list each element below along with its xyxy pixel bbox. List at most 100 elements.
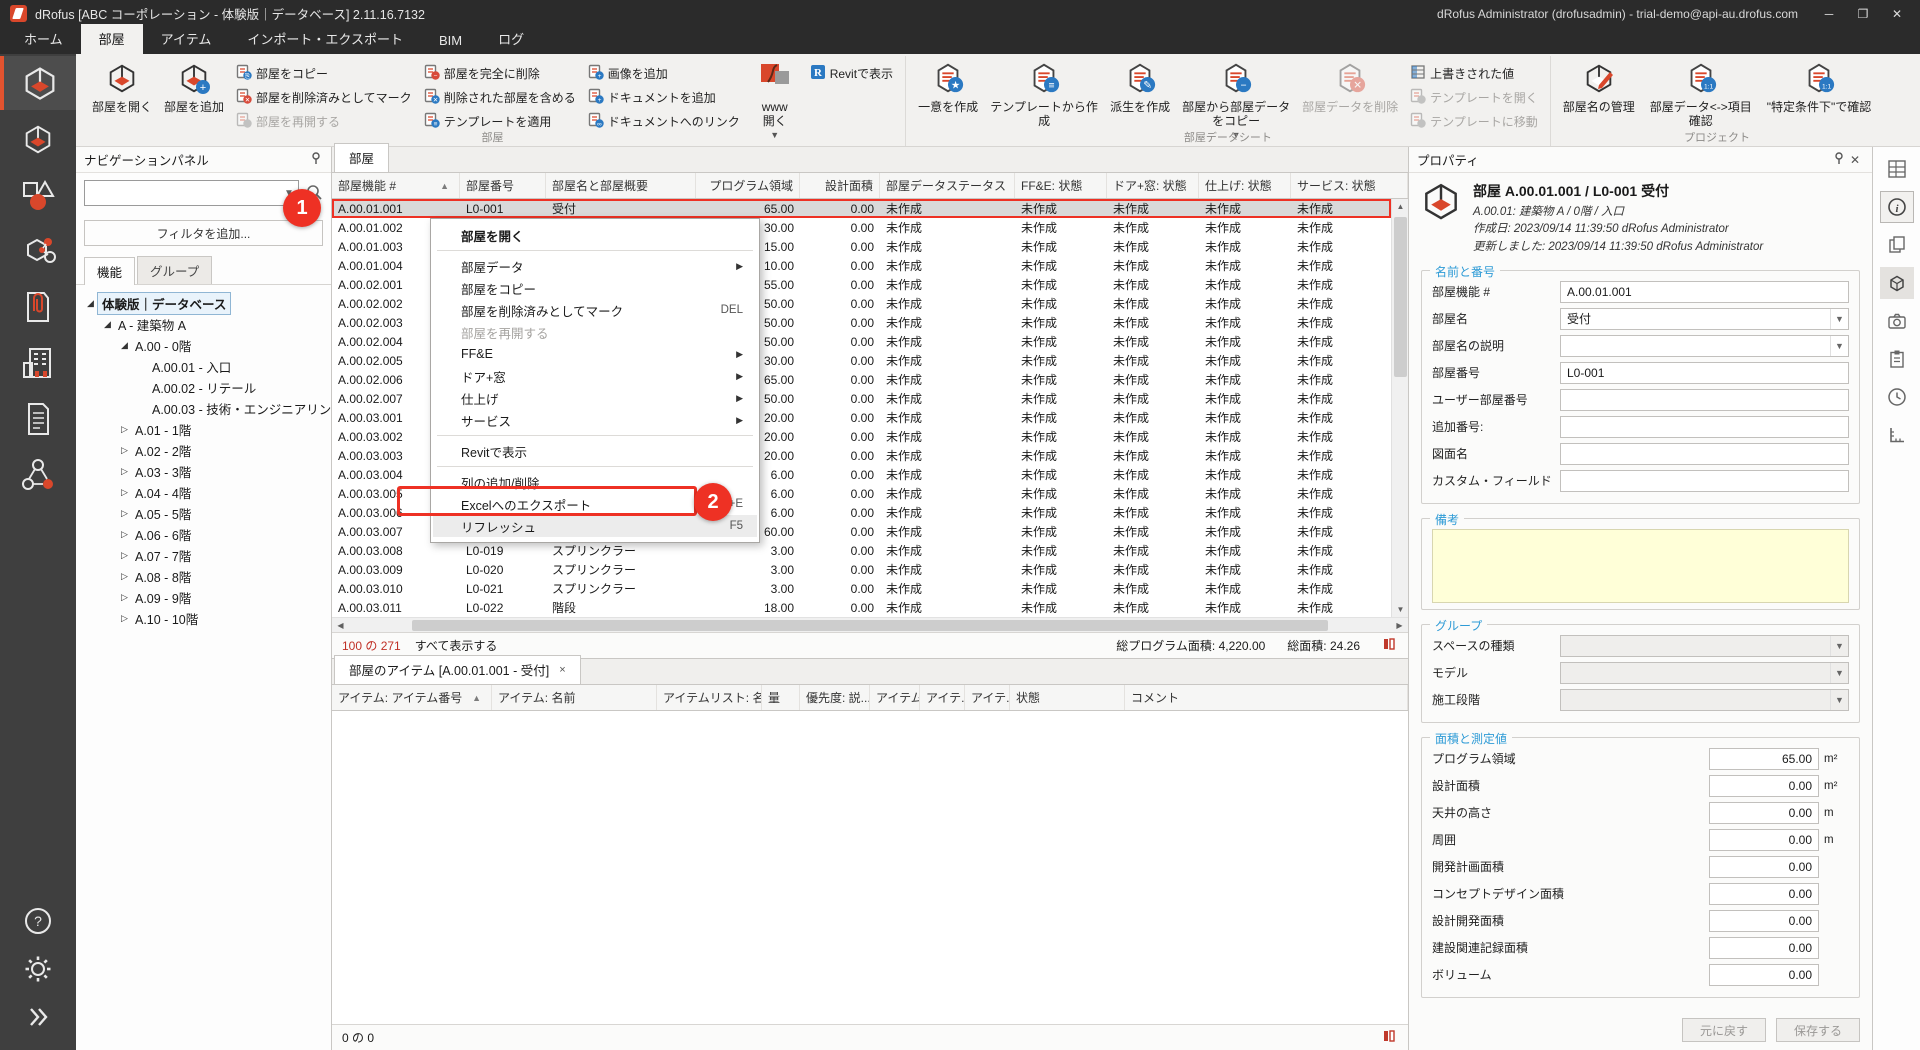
chevron-down-icon[interactable]: ▼ [1830,336,1848,356]
column-header[interactable]: 設計面積 [800,173,880,198]
expand-icon[interactable] [0,994,76,1040]
column-header[interactable]: アイテム... [870,685,920,710]
ribbon-button[interactable]: ≡テンプレートから作成 [985,58,1103,132]
field-input[interactable]: 0.00 [1709,802,1819,824]
table-row[interactable]: A.00.03.010L0-021スプリンクラー3.000.00未作成未作成未作… [332,579,1391,598]
field-input[interactable] [1560,389,1849,411]
column-header[interactable]: FF&E: 状態 [1015,173,1107,198]
menu-item[interactable]: サービス▶ [433,409,757,431]
menu-item[interactable]: 仕上げ▶ [433,387,757,409]
column-header[interactable]: サービス: 状態 [1291,173,1408,198]
remarks-textarea[interactable] [1432,529,1849,603]
tree-node[interactable]: ◢A.00 - 0階 [80,335,327,356]
menu-tab-BIM[interactable]: BIM [421,28,480,54]
nav-tab-グループ[interactable]: グループ [137,256,212,284]
tree-node[interactable]: ▷A.07 - 7階 [80,545,327,566]
field-input[interactable] [1560,416,1849,438]
table-row[interactable]: A.00.01.001L0-001受付65.000.00未作成未作成未作成未作成… [332,199,1391,218]
tree-node[interactable]: ▷A.10 - 10階 [80,608,327,629]
tree-node[interactable]: ▷A.02 - 2階 [80,440,327,461]
ribbon-button[interactable]: ✕削除された部屋を含める [420,85,580,109]
scrollbar-thumb[interactable] [412,620,1329,631]
column-header[interactable]: プログラム領域 [696,173,800,198]
close-button[interactable]: ✕ [1880,0,1914,27]
column-header[interactable]: 優先度: 説... [800,685,870,710]
tree-node[interactable]: A.00.01 - 入口 [80,356,327,377]
column-header[interactable]: ドア+窓: 状態 [1107,173,1199,198]
save-button[interactable]: 保存する [1776,1018,1860,1042]
ribbon-button[interactable]: ✎派生を作成 [1105,58,1175,118]
horizontal-scrollbar[interactable]: ◀ ▶ [332,617,1408,632]
table-row[interactable]: A.00.03.009L0-020スプリンクラー3.000.00未作成未作成未作… [332,560,1391,579]
field-input[interactable]: L0-001 [1560,362,1849,384]
shapes-icon[interactable] [0,168,76,222]
tree-node[interactable]: A.00.02 - リテール [80,377,327,398]
document-icon[interactable] [0,392,76,446]
scroll-down-icon[interactable]: ▼ [1392,602,1409,617]
column-header[interactable]: アイテ... [920,685,965,710]
scrollbar-thumb[interactable] [1394,217,1407,377]
ribbon-button[interactable]: +ドキュメントを追加 [584,85,744,109]
menu-item[interactable]: 部屋を開く [433,224,757,246]
tree-node[interactable]: ▷A.09 - 9階 [80,587,327,608]
tree-node[interactable]: A.00.03 - 技術・エンジニアリング [80,398,327,419]
info-icon[interactable]: i [1880,191,1914,223]
menu-item[interactable]: Revitで表示 [433,440,757,462]
copy-pages-icon[interactable] [1880,229,1914,261]
search-input[interactable] [85,181,280,205]
tree-node[interactable]: ▷A.01 - 1階 [80,419,327,440]
ribbon-button[interactable]: 1:1"特定条件下"で確認 [1762,58,1877,118]
field-input[interactable]: 0.00 [1709,883,1819,905]
navigation-search-combo[interactable]: ▼ [84,180,299,206]
field-input[interactable]: 0.00 [1709,856,1819,878]
attachment-icon[interactable] [0,280,76,334]
grid-view-icon[interactable] [1880,153,1914,185]
report-bars-icon[interactable] [1382,637,1398,654]
tree-collapsed-icon[interactable]: ▷ [118,487,131,498]
pin-icon[interactable] [309,151,323,168]
ribbon-button[interactable]: +画像を追加 [584,61,744,85]
rooms-icon[interactable] [0,112,76,166]
chevron-down-icon[interactable]: ▼ [1830,309,1848,329]
clipboard-icon[interactable] [1880,343,1914,375]
add-filter-button[interactable]: フィルタを追加... [84,220,323,246]
menu-tab-インポート・エクスポート[interactable]: インポート・エクスポート [229,24,421,54]
settings-icon[interactable] [0,946,76,992]
field-input[interactable] [1560,443,1849,465]
rooms-module-icon[interactable] [0,56,76,110]
tab-room-items[interactable]: 部屋のアイテム [A.00.01.001 - 受付] × [334,655,581,684]
field-combo[interactable]: 受付▼ [1560,308,1849,330]
ribbon-button[interactable]: 上書きされた値 [1406,61,1542,85]
column-header[interactable]: 部屋番号 [460,173,546,198]
tree-collapsed-icon[interactable]: ▷ [118,508,131,519]
tree-collapsed-icon[interactable]: ▷ [118,466,131,477]
tree-collapsed-icon[interactable]: ▷ [118,445,131,456]
table-row[interactable]: A.00.03.011L0-022階段18.000.00未作成未作成未作成未作成… [332,598,1391,617]
tree-node[interactable]: ▷A.04 - 4階 [80,482,327,503]
column-header[interactable]: 部屋データステータス [880,173,1015,198]
field-input[interactable]: 0.00 [1709,964,1819,986]
vertical-scrollbar[interactable]: ▲ ▼ [1391,199,1408,617]
menu-item[interactable]: 部屋データ▶ [433,255,757,277]
tree-node[interactable]: ▷A.06 - 6階 [80,524,327,545]
field-input[interactable] [1560,470,1849,492]
ribbon-button[interactable]: −部屋を完全に削除 [420,61,580,85]
tree-collapsed-icon[interactable]: ▷ [118,550,131,561]
close-icon[interactable]: ✕ [1846,153,1864,167]
tree-expanded-icon[interactable]: ◢ [84,298,97,309]
tree-node[interactable]: ▷A.03 - 3階 [80,461,327,482]
report-bars-icon[interactable] [1382,1029,1398,1046]
ribbon-button[interactable]: 部屋名の管理 [1558,58,1640,118]
ribbon-button[interactable]: ✕部屋を削除済みとしてマーク [232,85,416,109]
column-header[interactable]: 状態 [1010,685,1125,710]
tree-node[interactable]: ▷A.08 - 8階 [80,566,327,587]
tree-node[interactable]: ◢体験版｜データベース [80,293,327,314]
column-header[interactable]: 量 [762,685,800,710]
close-tab-icon[interactable]: × [559,664,565,676]
cube-icon[interactable] [1880,267,1914,299]
column-header[interactable]: 仕上げ: 状態 [1199,173,1291,198]
model-network-icon[interactable] [0,224,76,278]
menu-item[interactable]: 部屋をコピー [433,277,757,299]
pin-icon[interactable] [1832,151,1846,168]
menu-tab-ログ[interactable]: ログ [480,24,542,54]
